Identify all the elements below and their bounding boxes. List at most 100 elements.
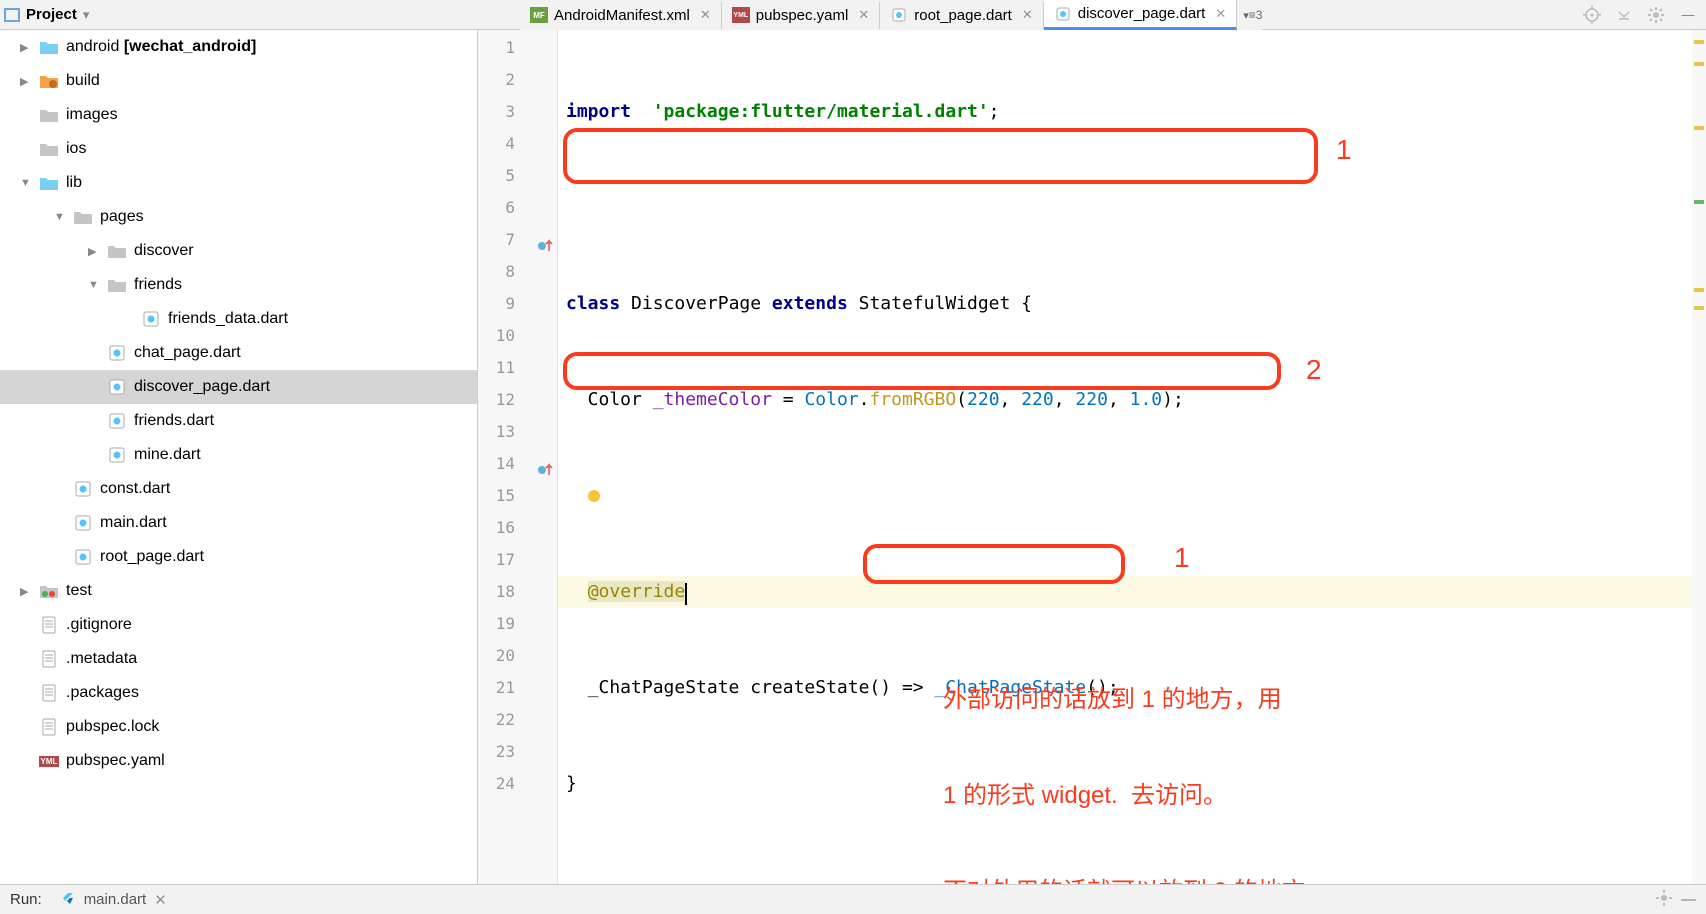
tree-item[interactable]: const.dart	[0, 472, 477, 506]
manifest-icon: MF	[530, 7, 548, 23]
tree-label: pubspec.yaml	[66, 752, 165, 770]
tree-item[interactable]: .metadata	[0, 642, 477, 676]
tree-node-icon	[38, 140, 60, 158]
tree-node-icon	[140, 310, 162, 328]
tree-item[interactable]: images	[0, 98, 477, 132]
dart-icon	[890, 7, 908, 23]
tree-arrow-icon[interactable]: ▼	[20, 177, 38, 189]
line-number: 23	[478, 736, 557, 768]
tree-node-icon	[38, 72, 60, 90]
tree-item[interactable]: ios	[0, 132, 477, 166]
tree-item[interactable]: pubspec.lock	[0, 710, 477, 744]
line-number: 12	[478, 384, 557, 416]
editor-tab[interactable]: MFAndroidManifest.xml✕	[520, 2, 722, 29]
minimize-icon[interactable]: —	[1681, 891, 1696, 908]
tree-item[interactable]: friends.dart	[0, 404, 477, 438]
tree-label: images	[66, 106, 118, 124]
line-number: 9	[478, 288, 557, 320]
project-label: Project	[26, 6, 77, 23]
tree-label: lib	[66, 174, 82, 192]
tree-item[interactable]: .gitignore	[0, 608, 477, 642]
tab-label: root_page.dart	[914, 7, 1012, 24]
settings-icon[interactable]	[1642, 1, 1670, 29]
annotation-note: 外部访问的话放到 1 的地方，用 1 的形式 widget. 去访问。 不对外用…	[943, 620, 1306, 884]
tree-item[interactable]: .packages	[0, 676, 477, 710]
gear-icon[interactable]	[1655, 889, 1673, 911]
line-number: 10	[478, 320, 557, 352]
run-label: Run:	[10, 891, 42, 908]
tree-item[interactable]: main.dart	[0, 506, 477, 540]
tree-arrow-icon[interactable]: ▶	[88, 245, 106, 258]
dropdown-icon[interactable]: ▾	[83, 7, 90, 23]
project-tool-icon	[4, 8, 20, 22]
tab-overflow-icon[interactable]: ▾ ≡3	[1243, 8, 1262, 22]
tree-item[interactable]: root_page.dart	[0, 540, 477, 574]
tree-item[interactable]: YMLpubspec.yaml	[0, 744, 477, 778]
project-tree[interactable]: ▶android [wechat_android]▶build images ios…	[0, 30, 478, 884]
tree-item[interactable]: ▶android [wechat_android]	[0, 30, 477, 64]
line-number: 16	[478, 512, 557, 544]
annotation-label-1: 1	[1336, 134, 1352, 166]
editor-tab[interactable]: discover_page.dart✕	[1044, 0, 1238, 30]
close-icon[interactable]: ✕	[1215, 6, 1226, 22]
line-number: 24	[478, 768, 557, 800]
tree-item[interactable]: friends_data.dart	[0, 302, 477, 336]
gutter: 123456789101112131415161718192021222324	[478, 30, 558, 884]
tree-item[interactable]: ▼ pages	[0, 200, 477, 234]
line-number: 18	[478, 576, 557, 608]
close-icon[interactable]: ✕	[154, 891, 167, 909]
tree-label: const.dart	[100, 480, 170, 498]
tree-arrow-icon[interactable]: ▼	[88, 279, 106, 291]
annotation-label-2: 2	[1306, 354, 1322, 386]
tree-arrow-icon[interactable]: ▶	[20, 75, 38, 88]
line-number: 4	[478, 128, 557, 160]
close-icon[interactable]: ✕	[858, 7, 869, 23]
editor-tab[interactable]: root_page.dart ✕	[880, 2, 1043, 29]
tree-label: root_page.dart	[100, 548, 204, 566]
dart-icon	[1054, 6, 1072, 22]
tree-node-icon	[106, 276, 128, 294]
tree-label: .packages	[66, 684, 139, 702]
collapse-icon[interactable]	[1610, 1, 1638, 29]
line-number: 5	[478, 160, 557, 192]
line-number: 6	[478, 192, 557, 224]
close-icon[interactable]: ✕	[1022, 7, 1033, 23]
tree-arrow-icon[interactable]: ▶	[20, 41, 38, 54]
tree-arrow-icon[interactable]: ▶	[20, 585, 38, 598]
line-number: 8	[478, 256, 557, 288]
tree-item[interactable]: ▼friends	[0, 268, 477, 302]
line-number: 20	[478, 640, 557, 672]
locate-icon[interactable]	[1578, 1, 1606, 29]
tree-node-icon	[106, 378, 128, 396]
bottom-run-bar: Run: main.dart ✕ —	[0, 884, 1706, 914]
tree-item[interactable]: mine.dart	[0, 438, 477, 472]
editor-tab[interactable]: YMLpubspec.yaml✕	[722, 2, 880, 29]
minimize-icon[interactable]: —	[1674, 1, 1702, 29]
tree-label: .gitignore	[66, 616, 132, 634]
line-number: 21	[478, 672, 557, 704]
tree-item[interactable]: chat_page.dart	[0, 336, 477, 370]
tree-label: chat_page.dart	[134, 344, 241, 362]
tree-label: .metadata	[66, 650, 137, 668]
code-area[interactable]: import 'package:flutter/material.dart'; …	[558, 30, 1706, 884]
tree-item[interactable]: discover_page.dart	[0, 370, 477, 404]
code-editor[interactable]: 123456789101112131415161718192021222324 …	[478, 30, 1706, 884]
tree-label: pages	[100, 208, 144, 226]
tree-node-icon	[106, 446, 128, 464]
tree-arrow-icon[interactable]: ▼	[54, 211, 72, 223]
tree-label: discover_page.dart	[134, 378, 270, 396]
tree-label: friends_data.dart	[168, 310, 288, 328]
tree-item[interactable]: ▶build	[0, 64, 477, 98]
tree-node-icon	[106, 344, 128, 362]
tree-item[interactable]: ▶discover	[0, 234, 477, 268]
close-icon[interactable]: ✕	[700, 7, 711, 23]
override-up-icon[interactable]	[535, 232, 553, 246]
annotation-label-1b: 1	[1174, 542, 1190, 574]
tree-item[interactable]: ▼ lib	[0, 166, 477, 200]
override-up-icon[interactable]	[535, 456, 553, 470]
tree-item[interactable]: ▶test	[0, 574, 477, 608]
run-config-name[interactable]: main.dart	[84, 891, 147, 908]
editor-tab-bar: MFAndroidManifest.xml✕YMLpubspec.yaml✕ro…	[520, 0, 1262, 30]
tree-label: main.dart	[100, 514, 167, 532]
line-number: 19	[478, 608, 557, 640]
